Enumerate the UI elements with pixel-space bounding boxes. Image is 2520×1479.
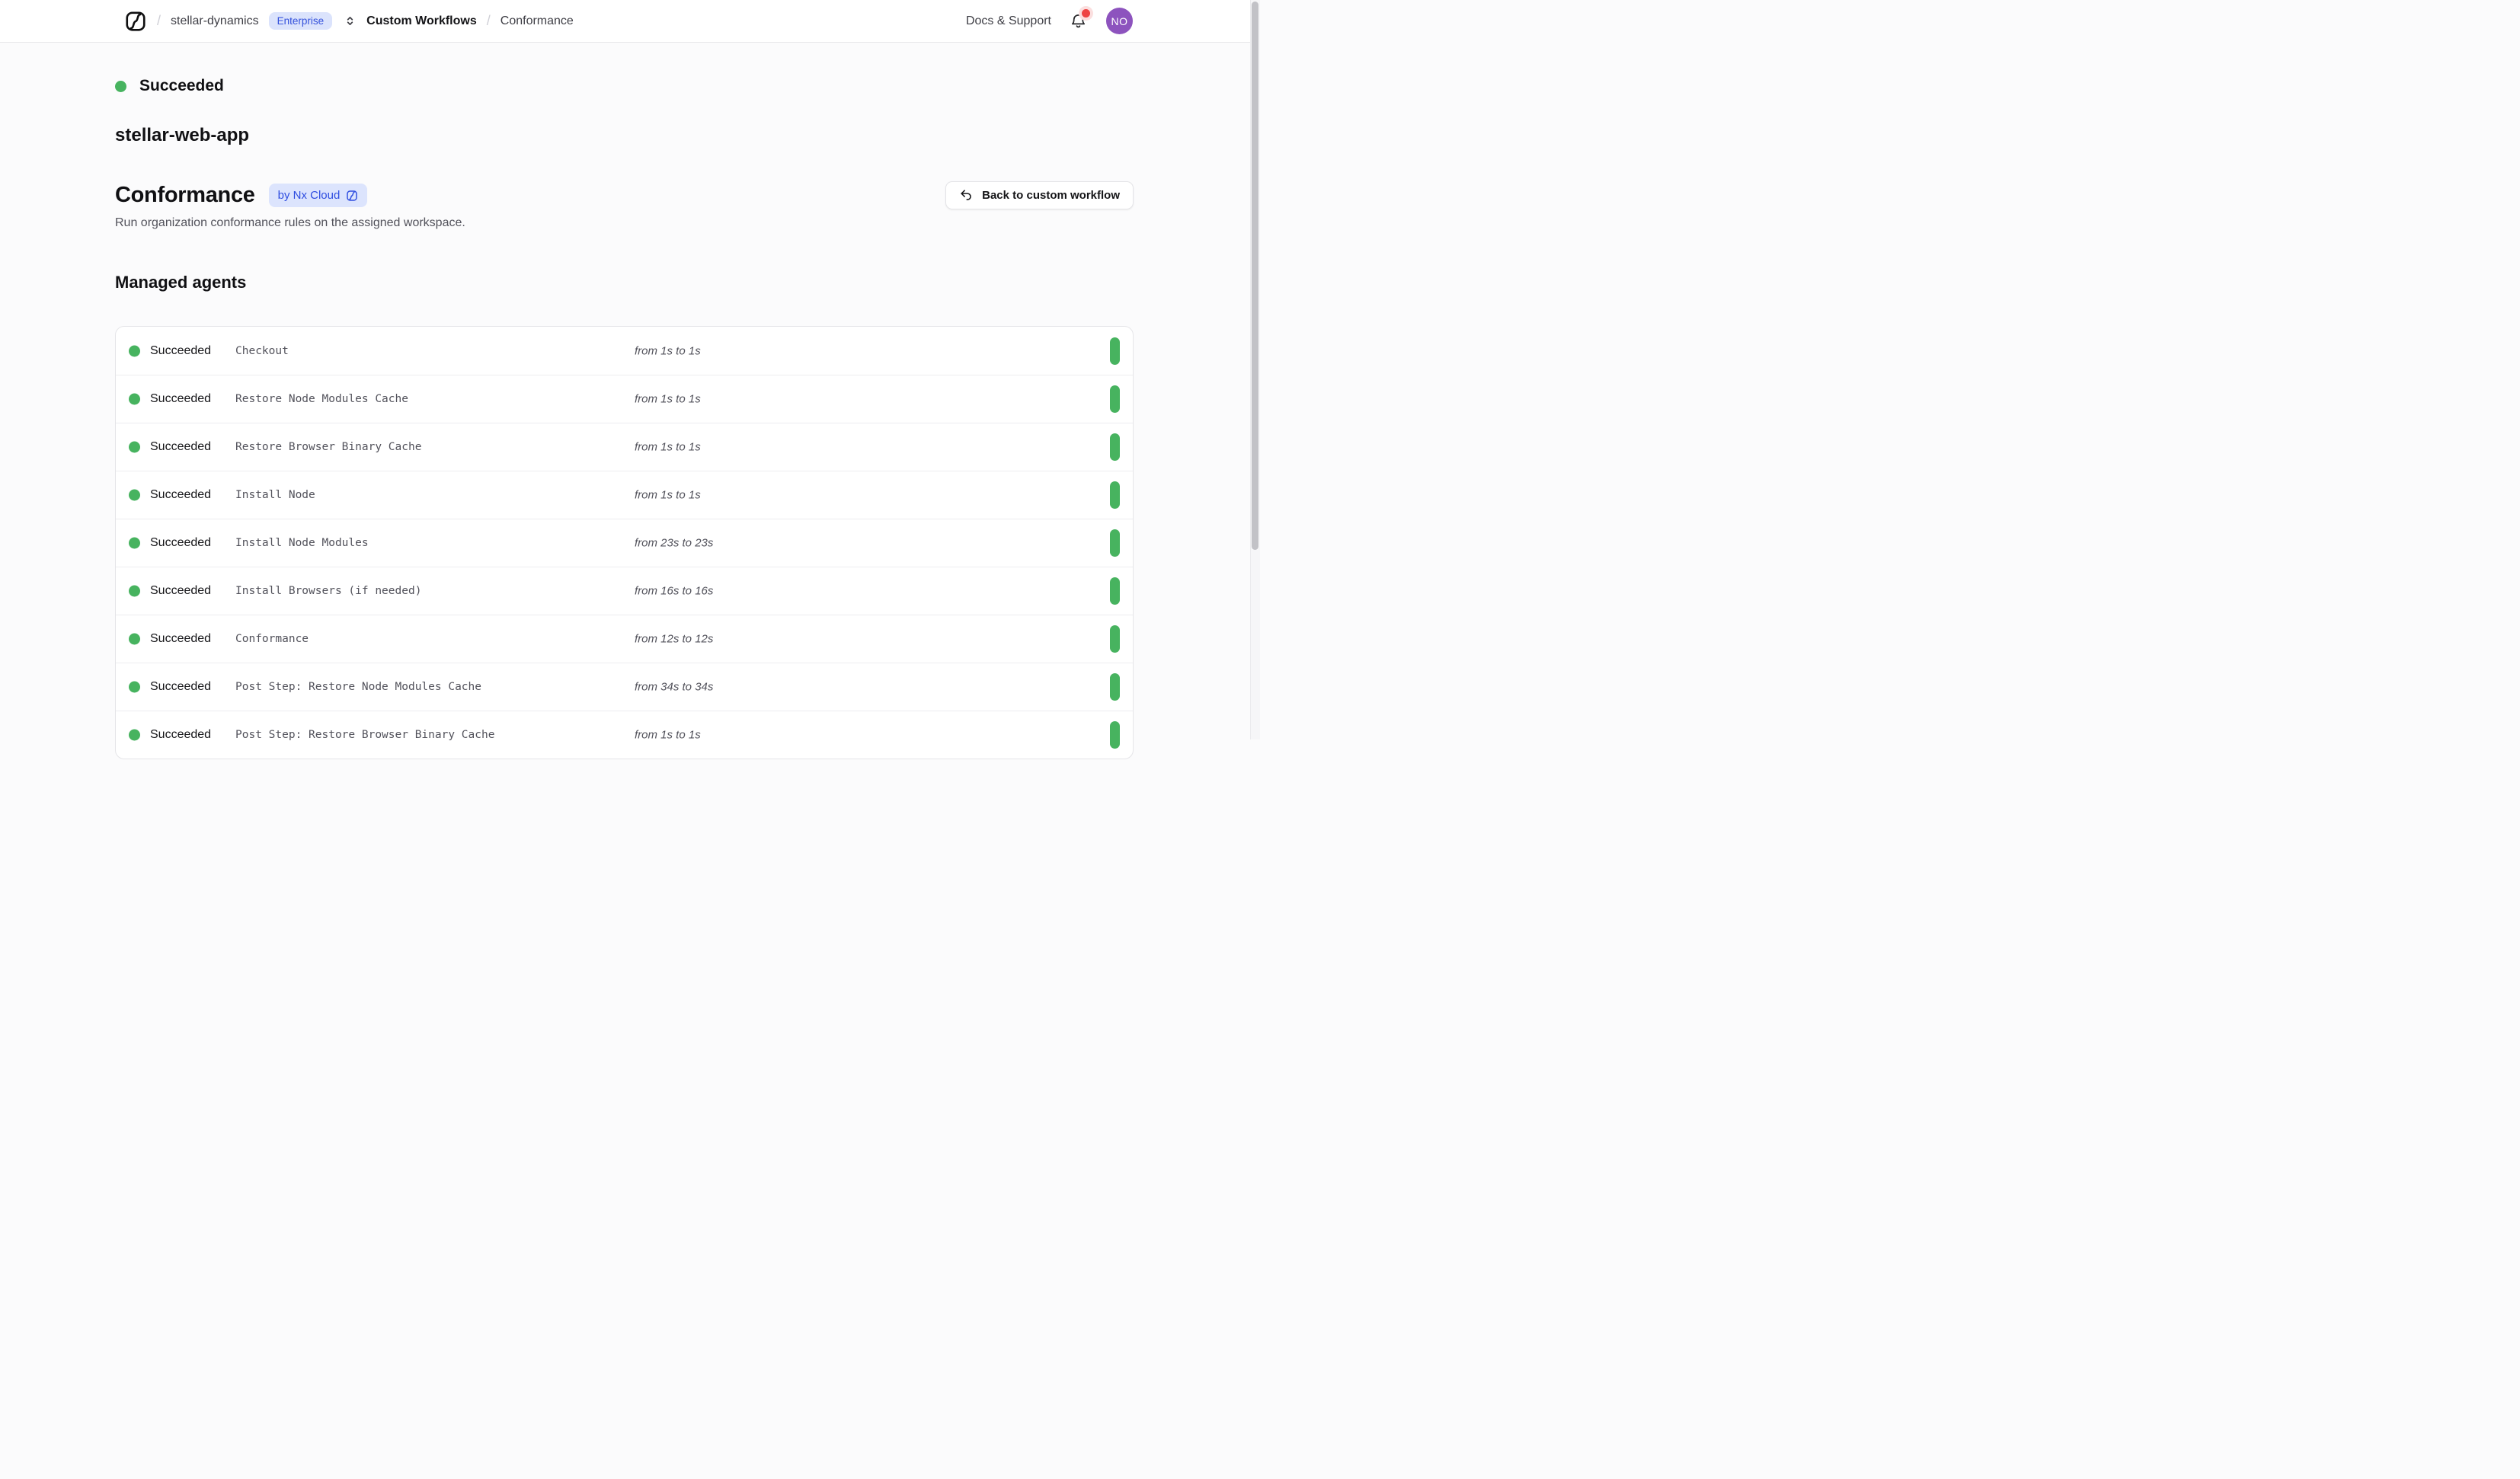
back-button-label: Back to custom workflow: [982, 189, 1120, 202]
step-name: Install Browsers (if needed): [235, 585, 421, 597]
step-duration: from 1s to 1s: [635, 489, 701, 502]
step-name: Conformance: [235, 633, 309, 645]
step-name: Restore Node Modules Cache: [235, 393, 408, 405]
step-status-label: Succeeded: [150, 488, 211, 502]
step-status-label: Succeeded: [150, 632, 211, 646]
by-nx-cloud-label: by Nx Cloud: [278, 189, 341, 202]
docs-support-link[interactable]: Docs & Support: [966, 14, 1051, 28]
status-label: Succeeded: [139, 77, 224, 95]
workflow-description: Run organization conformance rules on th…: [115, 216, 1134, 230]
step-status-label: Succeeded: [150, 440, 211, 454]
step-status-label: Succeeded: [150, 344, 211, 358]
step-status-dot-icon: [129, 394, 140, 405]
back-to-custom-workflow-button[interactable]: Back to custom workflow: [945, 181, 1134, 209]
step-duration: from 1s to 1s: [635, 344, 701, 357]
step-status-dot-icon: [129, 634, 140, 645]
step-duration: from 1s to 1s: [635, 729, 701, 742]
step-status-dot-icon: [129, 538, 140, 549]
breadcrumb-separator: /: [157, 13, 161, 29]
workspace-title: stellar-web-app: [115, 125, 1134, 146]
step-status-dot-icon: [129, 586, 140, 597]
step-progress-bar[interactable]: [1110, 385, 1120, 413]
step-name: Post Step: Restore Node Modules Cache: [235, 681, 481, 693]
agent-step-row[interactable]: Succeeded Install Node Modules from 23s …: [116, 519, 1133, 567]
step-status-label: Succeeded: [150, 728, 211, 742]
step-name: Post Step: Restore Browser Binary Cache: [235, 729, 494, 741]
agent-step-row[interactable]: Succeeded Install Browsers (if needed) f…: [116, 567, 1133, 615]
step-status-label: Succeeded: [150, 584, 211, 598]
scrollbar-track[interactable]: [1250, 0, 1260, 740]
step-status-dot-icon: [129, 682, 140, 693]
step-name: Checkout: [235, 345, 289, 357]
step-progress-bar[interactable]: [1110, 625, 1120, 653]
step-progress-bar[interactable]: [1110, 577, 1120, 605]
step-progress-bar[interactable]: [1110, 481, 1120, 509]
nx-cloud-mini-logo-icon: [346, 190, 358, 202]
breadcrumb-custom-workflows[interactable]: Custom Workflows: [366, 14, 477, 28]
agent-step-row[interactable]: Succeeded Checkout from 1s to 1s: [116, 327, 1133, 375]
step-duration: from 16s to 16s: [635, 585, 713, 598]
run-status: Succeeded: [115, 77, 1134, 95]
agent-step-row[interactable]: Succeeded Post Step: Restore Node Module…: [116, 663, 1133, 711]
step-status-label: Succeeded: [150, 392, 211, 406]
step-status-label: Succeeded: [150, 536, 211, 550]
status-dot-icon: [115, 81, 126, 92]
step-name: Restore Browser Binary Cache: [235, 441, 421, 453]
step-status-dot-icon: [129, 730, 140, 741]
step-progress-bar[interactable]: [1110, 529, 1120, 557]
user-avatar[interactable]: NO: [1106, 8, 1133, 34]
breadcrumb-separator: /: [487, 13, 491, 29]
notifications-bell-icon[interactable]: [1070, 12, 1088, 30]
agent-step-row[interactable]: Succeeded Restore Node Modules Cache fro…: [116, 375, 1133, 423]
breadcrumb-conformance: Conformance: [500, 14, 574, 28]
agent-step-row[interactable]: Succeeded Restore Browser Binary Cache f…: [116, 423, 1133, 471]
breadcrumb-org[interactable]: stellar-dynamics: [171, 14, 259, 28]
agent-step-row[interactable]: Succeeded Post Step: Restore Browser Bin…: [116, 711, 1133, 759]
step-name: Install Node Modules: [235, 537, 369, 549]
step-progress-bar[interactable]: [1110, 721, 1120, 749]
agent-step-row[interactable]: Succeeded Conformance from 12s to 12s: [116, 615, 1133, 663]
nx-cloud-logo-icon[interactable]: [124, 10, 147, 33]
step-name: Install Node: [235, 489, 315, 501]
back-arrow-icon: [959, 188, 974, 203]
breadcrumb: / stellar-dynamics Enterprise Custom Wor…: [124, 10, 574, 33]
step-status-label: Succeeded: [150, 680, 211, 694]
main-content: Succeeded stellar-web-app Conformance by…: [0, 77, 1134, 759]
agent-step-row[interactable]: Succeeded Install Node from 1s to 1s: [116, 471, 1133, 519]
step-duration: from 1s to 1s: [635, 441, 701, 454]
top-navigation-bar: / stellar-dynamics Enterprise Custom Wor…: [0, 0, 1260, 43]
org-switcher-chevron-icon[interactable]: [344, 14, 357, 27]
enterprise-badge[interactable]: Enterprise: [269, 12, 333, 30]
notification-dot: [1082, 9, 1090, 18]
step-status-dot-icon: [129, 490, 140, 501]
step-duration: from 12s to 12s: [635, 633, 713, 646]
managed-agents-list: Succeeded Checkout from 1s to 1s Succeed…: [115, 326, 1134, 759]
step-duration: from 23s to 23s: [635, 537, 713, 550]
step-duration: from 34s to 34s: [635, 681, 713, 694]
workflow-title: Conformance: [115, 183, 255, 208]
step-progress-bar[interactable]: [1110, 673, 1120, 701]
step-duration: from 1s to 1s: [635, 393, 701, 406]
step-progress-bar[interactable]: [1110, 337, 1120, 365]
step-progress-bar[interactable]: [1110, 433, 1120, 461]
scrollbar-thumb[interactable]: [1252, 2, 1258, 550]
managed-agents-title: Managed agents: [115, 273, 1134, 292]
step-status-dot-icon: [129, 345, 140, 356]
step-status-dot-icon: [129, 442, 140, 453]
by-nx-cloud-badge[interactable]: by Nx Cloud: [269, 184, 368, 207]
